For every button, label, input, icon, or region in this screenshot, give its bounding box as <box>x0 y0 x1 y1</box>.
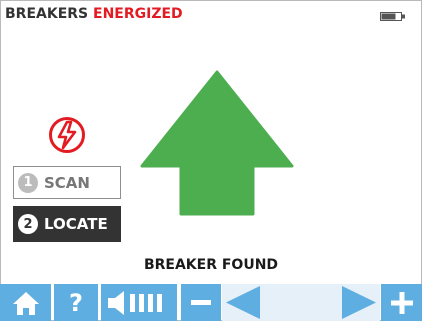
step-one-badge: 1 <box>18 172 38 193</box>
bottom-toolbar: ? <box>0 284 422 321</box>
breaker-status: ENERGIZED <box>93 6 183 22</box>
locate-mode-button[interactable]: 2 LOCATE <box>13 206 121 242</box>
locate-label: LOCATE <box>44 215 108 233</box>
scan-label: SCAN <box>44 173 90 192</box>
decrease-button[interactable] <box>181 284 221 321</box>
volume-button[interactable] <box>101 284 177 321</box>
right-triangle-icon[interactable] <box>340 284 380 321</box>
up-arrow-icon <box>140 70 294 216</box>
help-button[interactable]: ? <box>54 284 98 321</box>
step-two-badge: 2 <box>18 214 38 234</box>
result-text: BREAKER FOUND <box>143 257 279 273</box>
high-voltage-icon <box>49 117 85 153</box>
left-triangle-icon[interactable] <box>222 284 262 321</box>
speaker-icon <box>108 290 162 315</box>
scan-mode-button[interactable]: 1 SCAN <box>13 166 121 199</box>
page-title: BREAKERS ENERGIZED <box>5 6 183 22</box>
title-prefix: BREAKERS <box>5 6 93 22</box>
minus-icon <box>191 299 211 305</box>
plus-icon <box>390 291 413 314</box>
level-slider[interactable] <box>222 284 380 321</box>
increase-button[interactable] <box>381 284 422 321</box>
battery-icon <box>380 12 405 21</box>
home-icon <box>12 291 39 315</box>
home-button[interactable] <box>0 284 51 321</box>
